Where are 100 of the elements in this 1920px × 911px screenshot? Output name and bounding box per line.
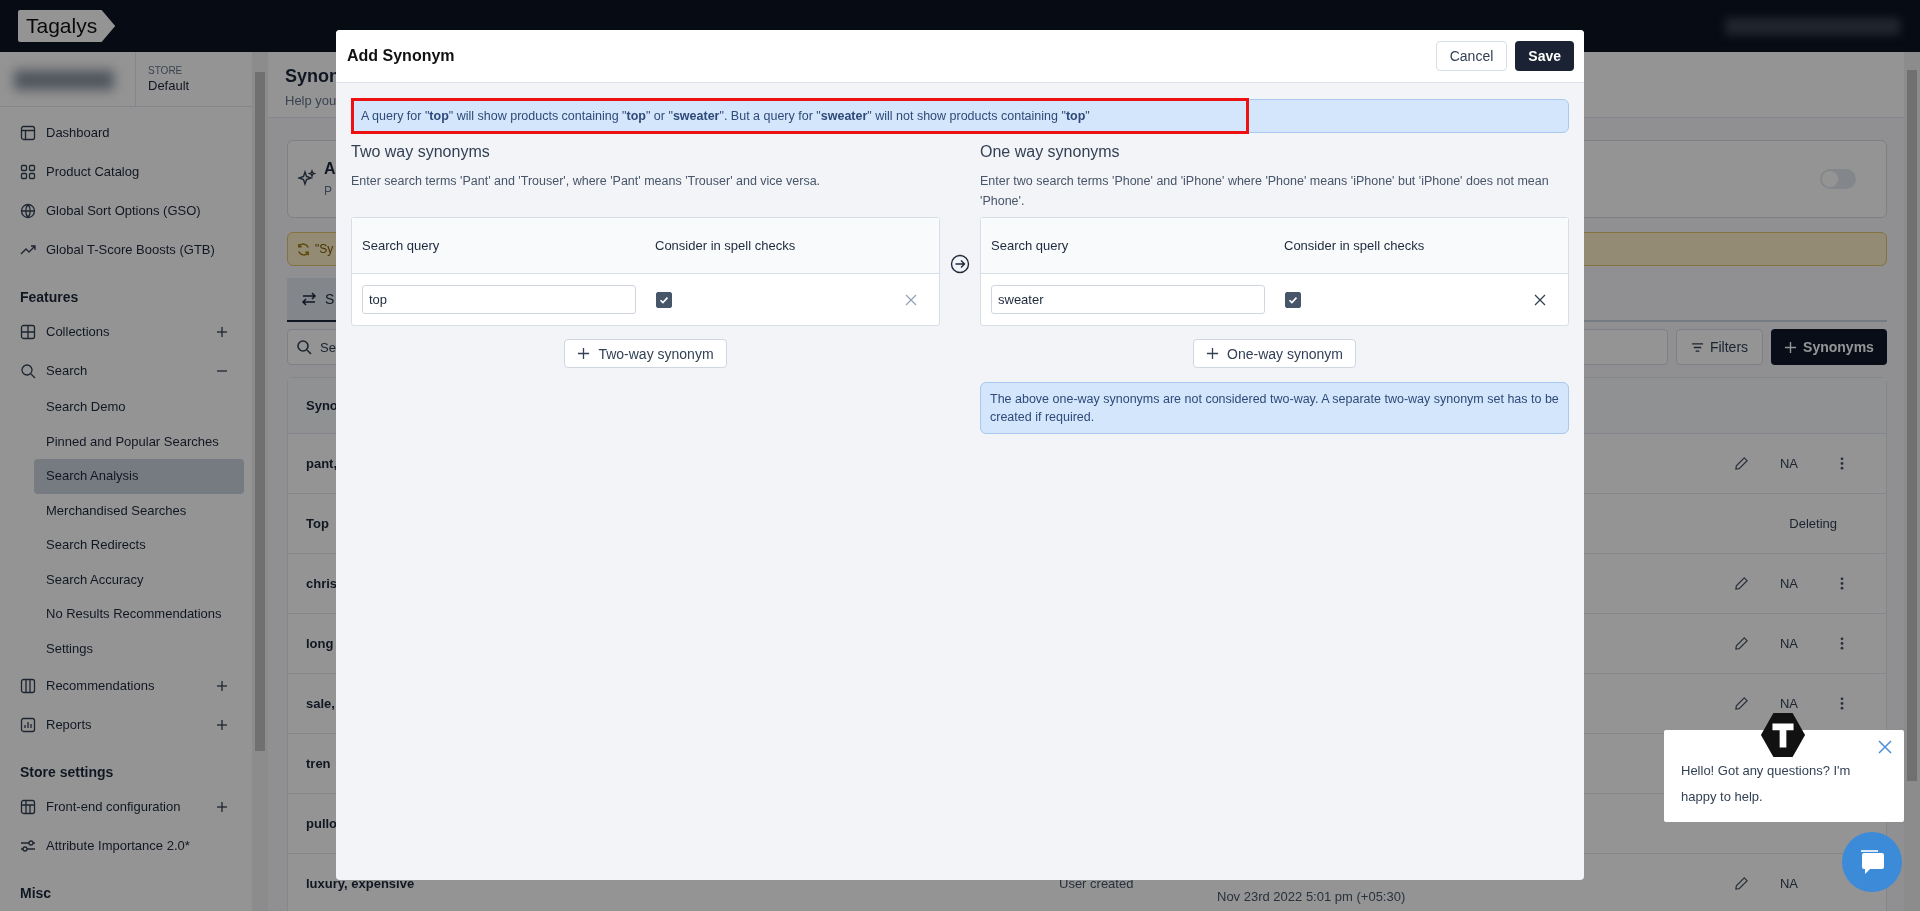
table-cell-text: tren (306, 756, 332, 771)
more-icon[interactable] (1840, 636, 1844, 651)
pencil-icon[interactable] (1733, 576, 1749, 591)
sidebar-item[interactable]: Product Catalog (0, 152, 252, 191)
table-cell-text: luxury, expensive (306, 876, 416, 891)
grid-icon (20, 798, 36, 815)
input-field[interactable]: sweater (991, 285, 1265, 314)
banner-text: "Sy (315, 242, 334, 256)
scrollbar[interactable] (252, 52, 268, 911)
search-icon (296, 339, 312, 355)
table-cell-text: Top (306, 516, 330, 531)
plus-icon (1206, 347, 1220, 360)
page-subtitle: Help you (285, 93, 338, 108)
table-cell-text: long (306, 636, 335, 651)
sidebar-subitem[interactable]: Settings (34, 631, 244, 666)
section-heading: Two way synonyms (351, 143, 491, 162)
table-cell: User created (1059, 876, 1134, 891)
column-header: Syno (306, 398, 338, 413)
plus-icon[interactable] (216, 718, 228, 731)
table-cell: NA (1779, 456, 1799, 471)
logo[interactable]: Tagalys (18, 10, 116, 42)
table-cell: NA (1779, 876, 1799, 891)
grid-icon (20, 124, 36, 141)
column-header: Search query (362, 238, 441, 253)
info-note: The above one-way synonyms are not considered two-way. A separate two-way synonym set has to be created if required. (980, 382, 1569, 434)
globe-icon (20, 202, 36, 219)
store-name[interactable]: Default (148, 78, 190, 93)
chat-icon (1858, 849, 1886, 875)
plus-icon[interactable] (216, 800, 228, 813)
pencil-icon[interactable] (1733, 636, 1749, 651)
add-synonym-button[interactable]: Two-way synonym (564, 339, 727, 368)
section-heading: One way synonyms (980, 143, 1121, 162)
table-cell: NA (1779, 576, 1799, 591)
swap-icon (301, 291, 317, 307)
search-icon (20, 362, 36, 379)
plus-icon (1784, 340, 1798, 354)
pencil-icon[interactable] (1733, 696, 1749, 711)
section-description: Enter search terms 'Pant' and 'Trouser', where 'Pant' means 'Trouser' and vice versa. (351, 173, 822, 190)
arrow-right-icon (950, 254, 970, 274)
add-synonym-button[interactable]: One-way synonym (1193, 339, 1356, 368)
sidebar-subitem[interactable]: Search Accuracy (34, 562, 244, 597)
table-cell: NA (1779, 636, 1799, 651)
sidebar-item[interactable]: Global T-Score Boosts (GTB) (0, 230, 252, 269)
section-description: Enter two search terms 'Phone' and 'iPhone' where 'Phone' means 'iPhone' but 'iPhone' does not mean 'Phone'. (980, 173, 1550, 210)
column-header: Search query (991, 238, 1070, 253)
more-icon[interactable] (1840, 576, 1844, 591)
grid-icon (20, 323, 36, 340)
column-header: Consider in spell checks (655, 238, 797, 253)
filter-icon (1690, 340, 1704, 354)
card-subtitle: P (324, 184, 333, 198)
sidebar-item[interactable]: Recommendations (0, 666, 252, 705)
sidebar-subitem[interactable]: Search Analysis (34, 459, 244, 494)
card-title: A (324, 160, 337, 178)
cancel-button[interactable]: Cancel (1435, 41, 1508, 71)
pencil-icon[interactable] (1733, 876, 1749, 891)
table-cell-text: pant, (306, 456, 339, 471)
more-icon[interactable] (1840, 456, 1844, 471)
sidebar-item[interactable]: Search (0, 351, 252, 390)
table-cell-text: sale, (306, 696, 336, 711)
sidebar-subitem[interactable]: Search Demo (34, 390, 244, 425)
more-icon[interactable] (1840, 696, 1844, 711)
close-icon[interactable] (1534, 293, 1546, 306)
sidebar-item[interactable]: Reports (0, 705, 252, 744)
plus-icon[interactable] (216, 325, 228, 338)
grid-icon (20, 163, 36, 180)
table-cell: NA (1779, 696, 1799, 711)
sidebar-item[interactable]: Front-end configuration (0, 787, 252, 826)
sidebar-subitem[interactable]: No Results Recommendations (34, 597, 244, 632)
checkbox[interactable] (1285, 291, 1301, 308)
plus-icon (577, 347, 591, 360)
scrollbar[interactable] (1904, 52, 1920, 911)
pencil-icon[interactable] (1733, 456, 1749, 471)
sidebar-item[interactable]: Global Sort Options (GSO) (0, 191, 252, 230)
chat-message: Hello! Got any questions? I'm happy to help. (1681, 762, 1852, 806)
sidebar-item[interactable]: Dashboard (0, 113, 252, 152)
table-cell-text: pullo (306, 816, 339, 831)
refresh-icon (296, 241, 311, 257)
sliders-icon (20, 837, 36, 854)
plus-icon[interactable] (216, 679, 228, 692)
table-cell-text: chris (306, 576, 339, 591)
add-synonyms-button[interactable]: Synonyms (1771, 329, 1887, 365)
chart-icon (20, 716, 36, 733)
sidebar-item[interactable]: Collections (0, 312, 252, 351)
sidebar-item[interactable]: Attribute Importance 2.0* (0, 826, 252, 865)
input-field[interactable]: top (362, 285, 636, 314)
dialog-title: Add Synonym (347, 47, 455, 65)
section-title: Misc (19, 884, 53, 903)
sidebar-subitem[interactable]: Merchandised Searches (34, 493, 244, 528)
checkbox[interactable] (656, 291, 672, 308)
save-button[interactable]: Save (1515, 41, 1574, 71)
filters-button[interactable]: Filters (1676, 329, 1763, 365)
column-header: Consider in spell checks (1284, 238, 1426, 253)
status-text: Deleting (1788, 516, 1838, 531)
table-cell: Nov 23rd 2022 5:01 pm (+05:30) (1217, 889, 1406, 904)
grid-icon (20, 677, 36, 694)
sidebar-subitem[interactable]: Search Redirects (34, 528, 244, 563)
section-title: Store settings (19, 763, 115, 782)
section-title: Features (19, 288, 80, 307)
store-label: STORE (148, 65, 184, 76)
sidebar-subitem[interactable]: Pinned and Popular Searches (34, 424, 244, 459)
